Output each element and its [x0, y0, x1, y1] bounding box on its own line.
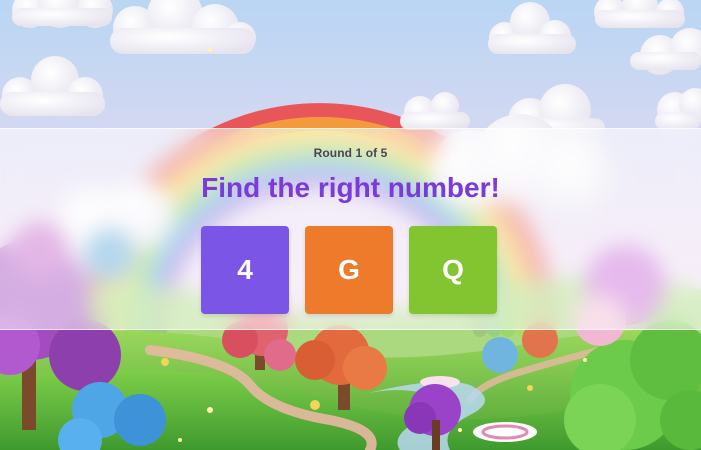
answer-choice-1[interactable]: 4 [201, 226, 289, 314]
answer-choices: 4 G Q [201, 226, 497, 314]
round-indicator: Round 1 of 5 [313, 146, 388, 160]
answer-choice-label: 4 [237, 254, 253, 285]
answer-choice-label: G [338, 254, 360, 285]
answer-choice-label: Q [442, 254, 464, 285]
answer-choice-2[interactable]: G [305, 226, 393, 314]
answer-choice-3[interactable]: Q [409, 226, 497, 314]
question-prompt: Find the right number! [201, 172, 500, 203]
